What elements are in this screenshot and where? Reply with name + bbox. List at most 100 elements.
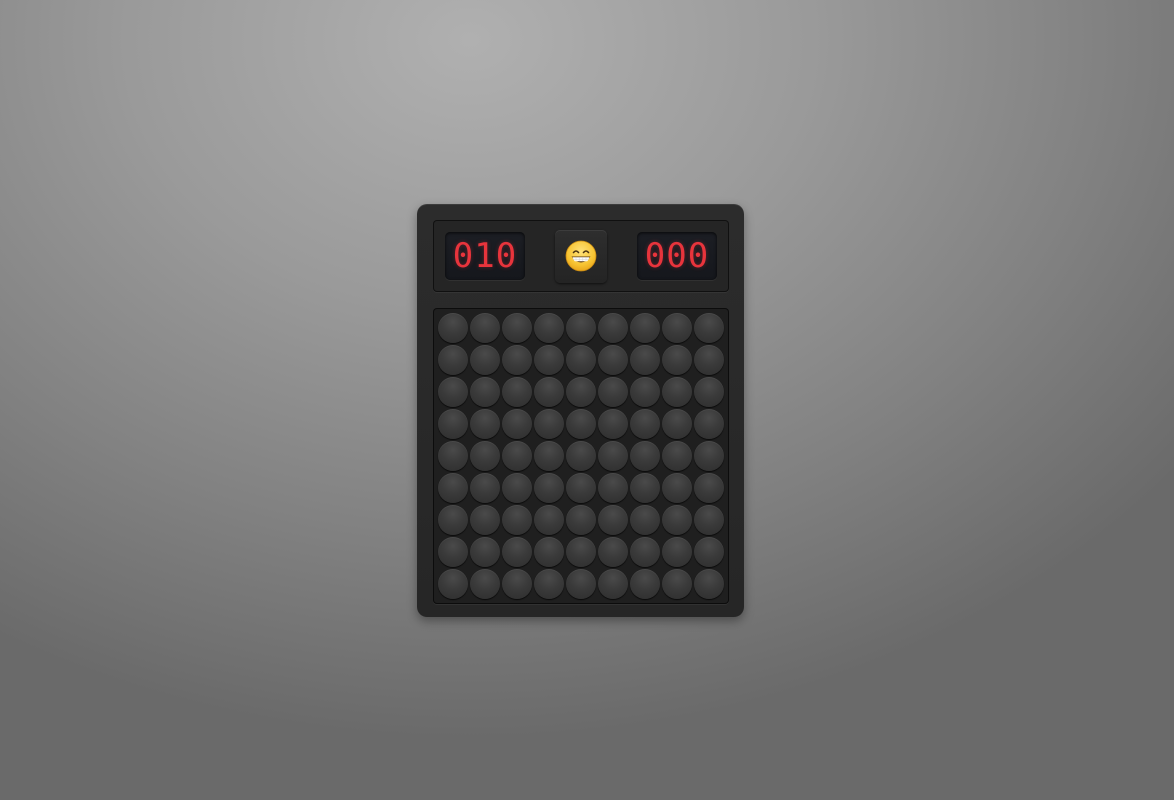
board-cell[interactable] xyxy=(661,472,693,504)
board-cell[interactable] xyxy=(501,536,533,568)
board-cell[interactable] xyxy=(661,376,693,408)
board-cell[interactable] xyxy=(533,408,565,440)
board-cell[interactable] xyxy=(565,472,597,504)
board-cell[interactable] xyxy=(437,312,469,344)
board-cell[interactable] xyxy=(597,568,629,600)
board-cell[interactable] xyxy=(693,408,725,440)
covered-cell-cap xyxy=(534,313,564,343)
covered-cell-cap xyxy=(534,409,564,439)
board-cell[interactable] xyxy=(469,472,501,504)
board-cell[interactable] xyxy=(693,312,725,344)
covered-cell-cap xyxy=(598,377,628,407)
covered-cell-cap xyxy=(470,313,500,343)
board-cell[interactable] xyxy=(661,568,693,600)
board-cell[interactable] xyxy=(437,536,469,568)
covered-cell-cap xyxy=(566,569,596,599)
board-cell[interactable] xyxy=(501,376,533,408)
board-cell[interactable] xyxy=(661,344,693,376)
board-cell[interactable] xyxy=(661,408,693,440)
board-cell[interactable] xyxy=(693,472,725,504)
board-cell[interactable] xyxy=(469,408,501,440)
board-cell[interactable] xyxy=(437,568,469,600)
board-cell[interactable] xyxy=(597,440,629,472)
board-cell[interactable] xyxy=(565,312,597,344)
board-cell[interactable] xyxy=(693,440,725,472)
board-cell[interactable] xyxy=(597,472,629,504)
covered-cell-cap xyxy=(502,473,532,503)
board-cell[interactable] xyxy=(533,376,565,408)
board-cell[interactable] xyxy=(693,504,725,536)
board-cell[interactable] xyxy=(501,472,533,504)
board-cell[interactable] xyxy=(469,504,501,536)
board-cell[interactable] xyxy=(629,376,661,408)
board-cell[interactable] xyxy=(661,504,693,536)
board-cell[interactable] xyxy=(469,440,501,472)
board-cell[interactable] xyxy=(693,536,725,568)
board-cell[interactable] xyxy=(437,472,469,504)
covered-cell-cap xyxy=(694,345,724,375)
covered-cell-cap xyxy=(566,345,596,375)
board-cell[interactable] xyxy=(469,344,501,376)
board-cell[interactable] xyxy=(597,344,629,376)
board-cell[interactable] xyxy=(597,376,629,408)
board-cell[interactable] xyxy=(693,376,725,408)
board-cell[interactable] xyxy=(533,536,565,568)
board-cell[interactable] xyxy=(533,472,565,504)
board-cell[interactable] xyxy=(437,504,469,536)
board-cell[interactable] xyxy=(437,376,469,408)
board-cell[interactable] xyxy=(533,312,565,344)
covered-cell-cap xyxy=(630,569,660,599)
timer-counter: 000 xyxy=(637,232,717,280)
board-cell[interactable] xyxy=(565,344,597,376)
board-cell[interactable] xyxy=(565,536,597,568)
covered-cell-cap xyxy=(566,313,596,343)
reset-face-button[interactable] xyxy=(555,230,607,283)
minesweeper-game: 010 000 xyxy=(417,204,744,617)
board-cell[interactable] xyxy=(565,376,597,408)
board-cell[interactable] xyxy=(533,344,565,376)
board-cell[interactable] xyxy=(661,536,693,568)
board-cell[interactable] xyxy=(469,536,501,568)
board-cell[interactable] xyxy=(629,536,661,568)
board-cell[interactable] xyxy=(629,472,661,504)
board-cell[interactable] xyxy=(565,440,597,472)
board-cell[interactable] xyxy=(629,568,661,600)
board-cell[interactable] xyxy=(565,568,597,600)
covered-cell-cap xyxy=(470,569,500,599)
board-cell[interactable] xyxy=(629,440,661,472)
covered-cell-cap xyxy=(598,537,628,567)
board-cell[interactable] xyxy=(501,568,533,600)
board-cell[interactable] xyxy=(501,504,533,536)
board-cell[interactable] xyxy=(629,408,661,440)
board-cell[interactable] xyxy=(533,440,565,472)
board-cell[interactable] xyxy=(437,440,469,472)
board-cell[interactable] xyxy=(501,408,533,440)
board-cell[interactable] xyxy=(501,312,533,344)
covered-cell-cap xyxy=(598,409,628,439)
board-cell[interactable] xyxy=(597,536,629,568)
board-cell[interactable] xyxy=(597,504,629,536)
board-cell[interactable] xyxy=(661,440,693,472)
board-cell[interactable] xyxy=(629,504,661,536)
board-cell[interactable] xyxy=(565,408,597,440)
board-cell[interactable] xyxy=(565,504,597,536)
covered-cell-cap xyxy=(502,537,532,567)
board-cell[interactable] xyxy=(469,568,501,600)
board-cell[interactable] xyxy=(693,344,725,376)
board-cell[interactable] xyxy=(469,312,501,344)
board-cell[interactable] xyxy=(629,344,661,376)
board-cell[interactable] xyxy=(501,344,533,376)
board-cell[interactable] xyxy=(469,376,501,408)
board-cell[interactable] xyxy=(693,568,725,600)
board-cell[interactable] xyxy=(597,408,629,440)
board-cell[interactable] xyxy=(437,344,469,376)
covered-cell-cap xyxy=(662,537,692,567)
board-cell[interactable] xyxy=(533,568,565,600)
covered-cell-cap xyxy=(694,569,724,599)
board-cell[interactable] xyxy=(437,408,469,440)
board-cell[interactable] xyxy=(629,312,661,344)
board-cell[interactable] xyxy=(501,440,533,472)
board-cell[interactable] xyxy=(661,312,693,344)
board-cell[interactable] xyxy=(533,504,565,536)
board-cell[interactable] xyxy=(597,312,629,344)
